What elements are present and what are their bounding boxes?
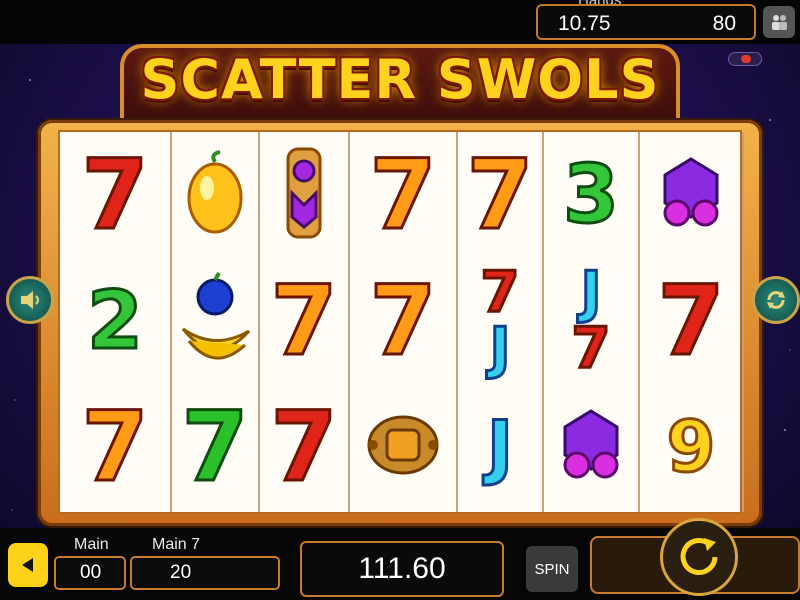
purple-gem-icon [551,405,631,490]
credit-bet-display: 10.75 80 [536,4,756,40]
players-icon [772,15,787,30]
seven-symbol: 7 [479,260,521,325]
spin-label: SPIN [534,560,570,578]
refresh-button[interactable] [752,276,800,324]
purple-gem-icon [651,153,731,238]
main-value-field-1[interactable]: 00 [54,556,126,590]
reel-cell[interactable]: 7 [350,258,456,384]
seven-symbol: 7 [368,139,438,251]
seven-symbol: 7 [465,139,535,251]
letter-symbol: J [485,406,514,488]
bet-value: 80 [712,12,736,35]
reel-cell[interactable]: 7 [458,132,542,258]
reel-6: 3 J7 [544,132,640,512]
reel-cell[interactable]: J [458,384,542,510]
seven-symbol: 7 [656,265,726,377]
spin-button[interactable]: SPIN [526,546,578,592]
reel-cell[interactable] [544,384,638,510]
reel-cell[interactable] [350,384,456,510]
win-value: 111.60 [358,552,446,585]
spin-arrow-icon [680,538,718,575]
number-symbol: 3 [562,148,621,241]
plum-banana-icon [175,269,255,374]
win-display: 111.60 [300,541,504,597]
reel-7: 79 [640,132,744,512]
sound-button[interactable] [6,276,54,324]
lemon-icon [180,148,250,243]
play-left-icon [22,558,33,572]
game-title: SCATTER SWOLS [140,48,660,111]
reel-cell[interactable] [172,132,258,258]
main-value-field-2[interactable]: 20 [130,556,280,590]
seven-symbol: 7 [80,139,150,251]
seven-symbol: 7 [570,316,612,381]
main-value-1: 00 [80,562,102,583]
purple-totem-icon [274,143,334,248]
back-button[interactable] [8,543,48,587]
gold-amulet-icon [363,410,443,485]
reel-cell[interactable]: J7 [544,258,638,384]
letter-symbol: 9 [665,406,717,488]
seven-symbol: 7 [368,265,438,377]
speaker-icon [21,291,39,309]
seven-symbol: 7 [180,391,250,503]
credit-value: 10.75 [558,12,611,35]
reel-cell[interactable] [172,258,258,384]
reel-3: 77 [260,132,350,512]
reel-cell[interactable]: 7 [60,384,170,510]
reel-cell[interactable]: 2 [60,258,170,384]
reel-cell[interactable]: 7 [172,384,258,510]
main-label-2: Main 7 [152,536,201,553]
reel-cell[interactable]: 9 [640,384,742,510]
number-symbol: 2 [86,274,145,367]
main-value-2: 20 [170,562,192,583]
reel-area: 7277777777JJ3J779 [58,130,744,514]
seven-symbol: 7 [80,391,150,503]
reel-1: 7 2 7 [60,132,172,512]
reel-cell[interactable] [640,132,742,258]
letter-j-symbol: J [488,316,512,381]
refresh-icon [767,291,785,309]
reel-cell[interactable]: 3 [544,132,638,258]
players-button[interactable] [763,6,795,38]
reel-cell[interactable]: 7 [640,258,742,384]
reel-2: 7 [172,132,260,512]
spin-circle-button[interactable] [660,518,738,596]
reel-cell[interactable]: 7 [60,132,170,258]
reel-cell[interactable]: 7 [350,132,456,258]
reel-cell[interactable]: 7 [260,258,348,384]
reel-4: 77 [350,132,458,512]
reel-cell[interactable]: 7 [260,384,348,510]
letter-j-symbol: J [579,260,603,325]
reel-cell[interactable]: 7J [458,258,542,384]
seven-symbol: 7 [269,265,339,377]
reel-5: 77JJ [458,132,544,512]
reel-cell[interactable] [260,132,348,258]
seven-symbol: 7 [269,391,339,503]
main-label-1: Main [74,536,109,553]
